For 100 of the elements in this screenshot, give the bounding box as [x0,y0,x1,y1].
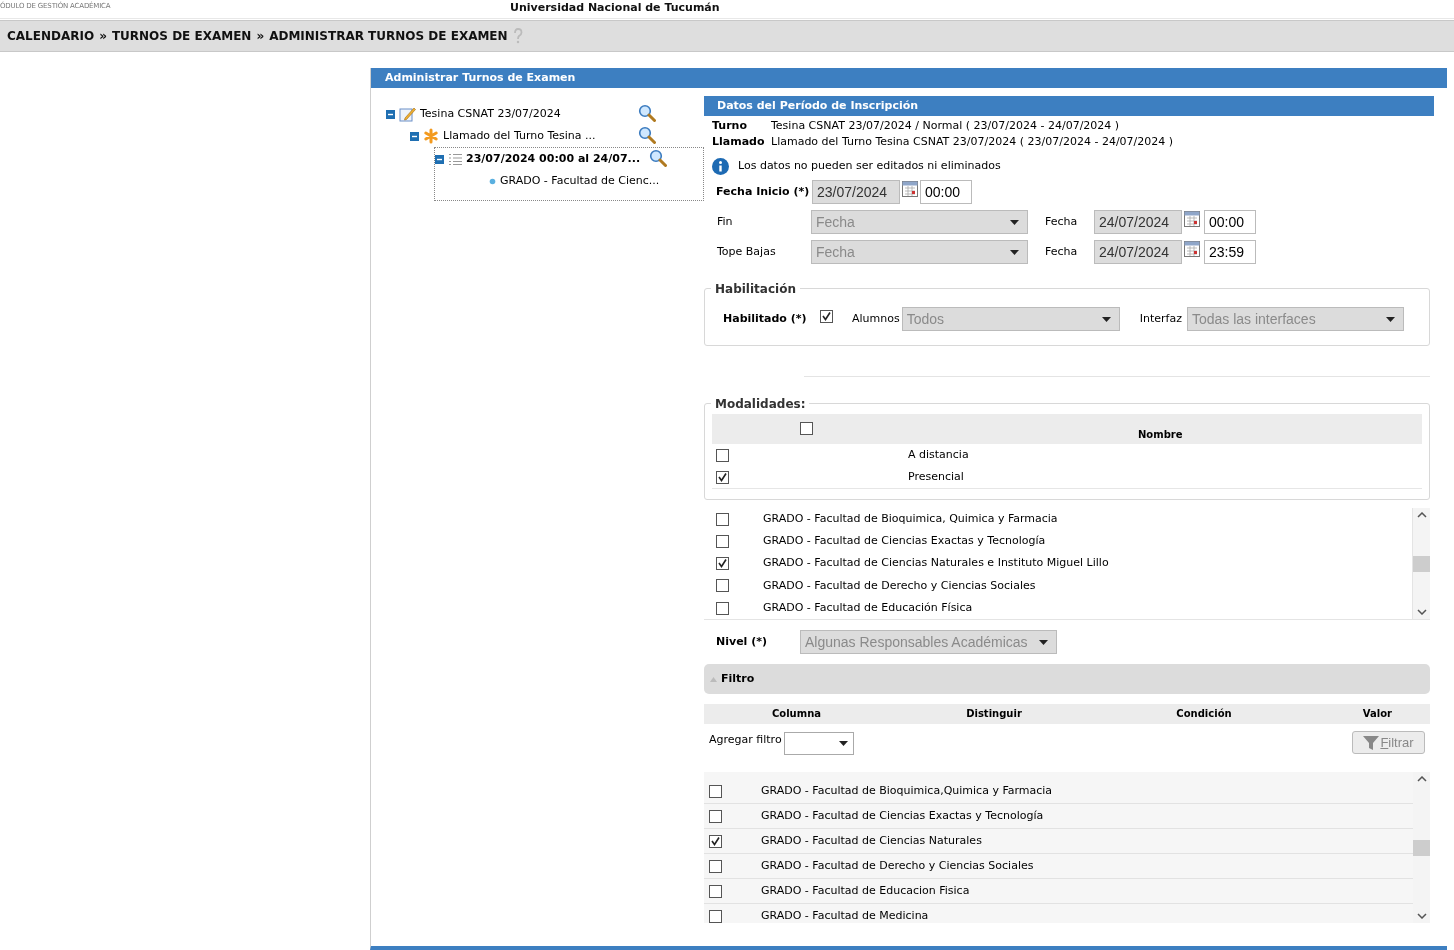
scrollbar-thumb[interactable] [1413,555,1430,572]
table-cell-text: A distancia [908,446,969,463]
date-field[interactable]: 23/07/2024 [812,180,900,204]
caret-down-icon [1385,316,1395,322]
tree-node[interactable]: Tesina CSNAT 23/07/2024 [420,105,561,123]
time-field[interactable]: 00:00 [920,180,972,204]
caret-down-icon [1010,219,1019,225]
checkbox[interactable] [709,809,722,823]
date-field[interactable]: 24/07/2024 [1094,210,1182,234]
breadcrumb-link[interactable]: ADMINISTRAR TURNOS DE EXAMEN [269,27,508,45]
checkbox[interactable] [716,579,729,593]
tree-node[interactable]: Llamado del Turno Tesina ... [443,127,596,145]
list-item[interactable]: GRADO - Facultad de Ciencias Exactas y Tecnología [763,533,1046,550]
field-value: Tesina CSNAT 23/07/2024 / Normal ( 23/07/2024 - 24/07/2024 ) [771,117,1120,134]
filter-title: Filtro [721,670,755,687]
search-icon[interactable] [638,126,656,144]
university-name: Universidad Nacional de Tucumán [510,0,720,16]
chevron-down-icon [1416,913,1427,919]
checkbox[interactable] [709,784,722,798]
time-field[interactable]: 23:59 [1204,240,1256,264]
caret-down-icon [1039,639,1048,645]
caret-down-icon [1010,249,1019,255]
checkbox[interactable] [716,601,729,615]
breadcrumb-separator: » [99,28,107,45]
caret-down-icon [1101,316,1111,322]
collapse-icon [410,131,419,141]
check-icon [718,472,727,482]
list-item[interactable]: GRADO - Facultad de Ciencias Naturales e Instituto Miguel Lillo [763,555,1109,572]
checkbox[interactable] [709,834,722,848]
field-label: Fin [717,213,734,230]
calendar-icon [902,181,918,197]
field-label: Agregar filtro [709,732,782,748]
caret-down-icon [838,741,848,746]
list-item[interactable]: GRADO - Facultad de Ciencias Naturales [761,832,982,850]
notepad-pencil-icon [399,106,416,122]
column-header: Nombre [1138,428,1183,442]
checkbox[interactable] [820,309,833,323]
check-icon [711,836,720,846]
checkbox[interactable] [716,534,729,548]
section-title: Datos del Período de Inscripción [704,96,1434,116]
search-icon[interactable] [638,104,656,122]
list-item[interactable]: GRADO - Facultad de Educacion Fisica [761,882,970,900]
column-header: Distinguir [966,707,1022,719]
column-header: Columna [771,707,821,719]
list-item[interactable]: GRADO - Facultad de Derecho y Ciencias Sociales [763,577,1036,594]
field-label: Tope Bajas [717,243,777,260]
field-label: Turno [712,117,748,134]
field-label: Fecha [1044,213,1079,230]
scrollbar[interactable] [1413,772,1430,923]
list-item[interactable]: GRADO - Facultad de Educación Física [763,599,973,617]
breadcrumb-link[interactable]: TURNOS DE EXAMEN [111,27,252,45]
checkbox[interactable] [709,910,722,923]
list-item[interactable]: GRADO - Facultad de Bioquimica, Quimica y Farmacia [763,510,1058,528]
list-item[interactable]: GRADO - Facultad de Medicina [761,908,929,925]
date-field[interactable]: 24/07/2024 [1094,240,1182,264]
funnel-icon [1363,734,1380,751]
field-label: Alumnos [852,310,900,327]
checkbox[interactable] [709,859,722,873]
calendar-icon [1184,211,1200,227]
dot-icon [489,177,496,185]
scrollbar[interactable] [1413,508,1430,619]
check-icon [822,311,831,321]
checkbox[interactable] [716,448,729,462]
list-item[interactable]: GRADO - Facultad de Bioquimica,Quimica y Farmacia [761,782,1053,800]
search-icon[interactable] [649,149,667,167]
scrollbar-thumb[interactable] [1413,839,1430,856]
checkbox[interactable] [716,470,729,484]
checkbox[interactable] [800,422,813,435]
checkbox[interactable] [716,512,729,526]
field-value: Llamado del Turno Tesina CSNAT 23/07/2024 ( 23/07/2024 - 24/07/2024 ) [771,133,1174,150]
asterisk-icon [423,128,439,144]
tree-node[interactable]: 23/07/2024 00:00 al 24/07... [466,150,641,168]
check-icon [718,559,727,568]
field-label: Fecha Inicio (*) [716,183,810,200]
field-label: Interfaz [1138,310,1183,327]
list-item[interactable]: GRADO - Facultad de Derecho y Ciencias Sociales [761,857,1034,875]
triangle-up-icon [710,676,717,682]
chevron-up-icon [1416,512,1427,518]
checkbox[interactable] [709,884,722,898]
calendar-icon [1184,241,1200,257]
chevron-up-icon [1416,776,1427,782]
column-header: Valor [1362,707,1392,719]
notice-text: Los datos no pueden ser editados ni eliminados [738,157,1001,174]
field-label: Habilitado (*) [723,310,808,327]
checkbox[interactable] [716,557,729,570]
collapse-icon [386,109,395,119]
column-header: Condición [1176,707,1232,719]
list-item[interactable]: GRADO - Facultad de Ciencias Exactas y Tecnología [761,807,1044,825]
field-label: Llamado [712,133,766,150]
field-label: Fecha [1044,243,1079,260]
table-cell-text: Presencial [908,468,964,485]
list-icon [448,153,462,165]
breadcrumb-separator: » [256,28,265,45]
filter-bar[interactable]: Filtro [704,664,1430,694]
breadcrumb-link[interactable]: CALENDARIO [7,27,95,45]
time-field[interactable]: 00:00 [1204,210,1256,234]
tree-node[interactable]: GRADO - Facultad de Cienc... [500,172,660,190]
info-icon [712,157,729,175]
help-icon [512,28,523,44]
panel-title: Administrar Turnos de Examen [371,68,1447,88]
